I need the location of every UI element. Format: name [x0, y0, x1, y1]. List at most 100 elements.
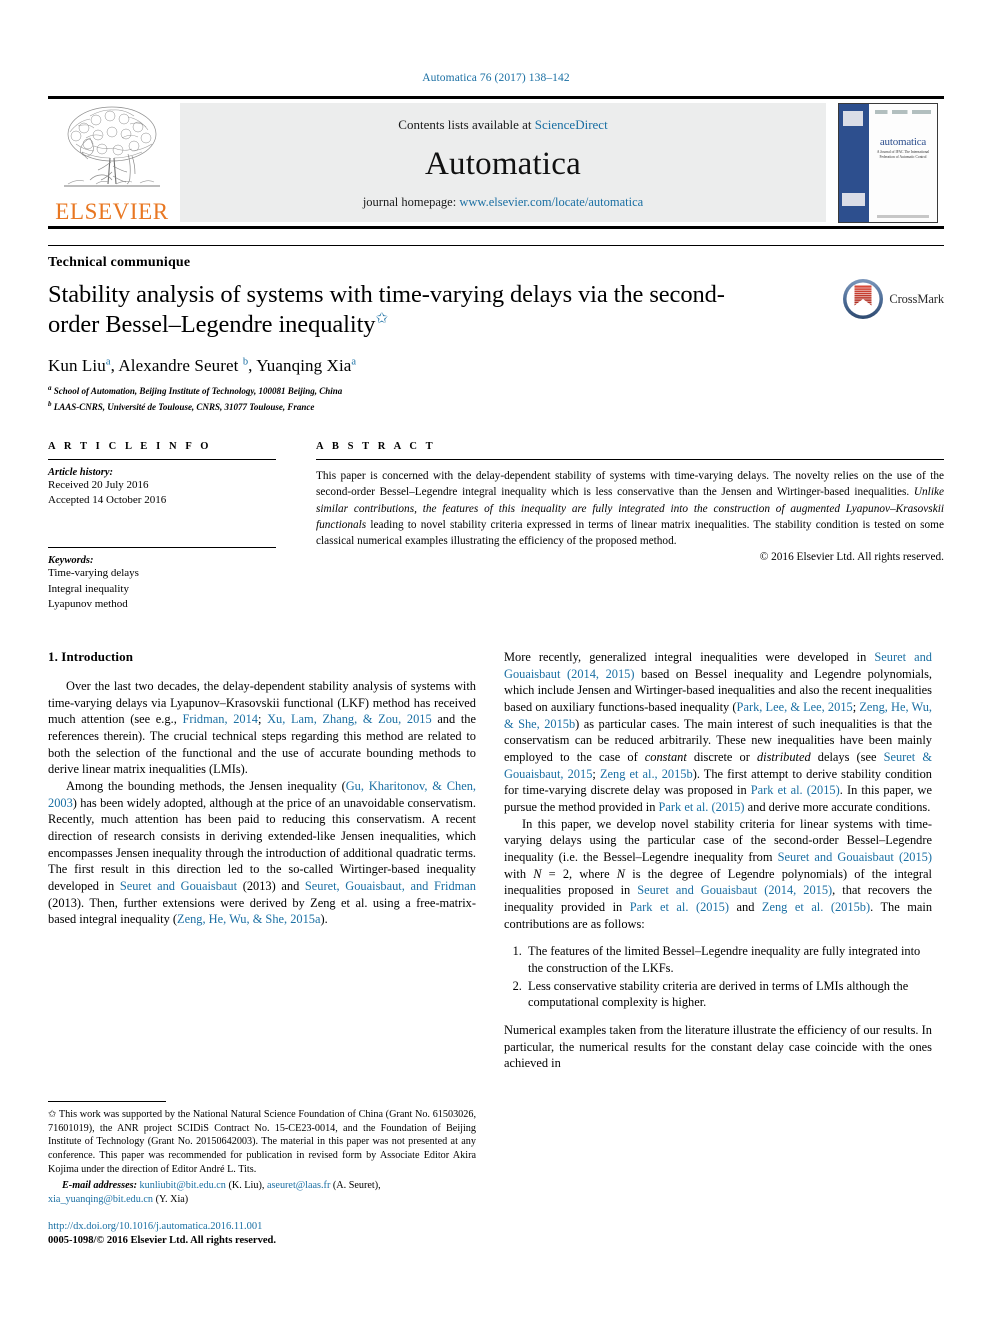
email-owner: (A. Seuret) — [332, 1180, 379, 1192]
citation-link[interactable]: Xu, Lam, Zhang, & Zou, 2015 — [267, 712, 432, 726]
abstract-text: This paper is concerned with the delay-d… — [316, 468, 944, 550]
citation-link[interactable]: Park et al. (2015) — [659, 800, 745, 814]
elsevier-tree-icon — [60, 102, 164, 200]
affiliation-marker: a — [48, 383, 52, 392]
affiliation-item: a School of Automation, Beijing Institut… — [48, 383, 944, 399]
author-name[interactable]: Yuanqing Xia — [256, 356, 351, 375]
body-column-left: 1. Introduction Over the last two decade… — [48, 649, 476, 1249]
article-received-date: Received 20 July 2016 — [48, 478, 149, 491]
contributions-list: The features of the limited Bessel–Legen… — [504, 943, 932, 1011]
issn-copyright: 0005-1098/© 2016 Elsevier Ltd. All right… — [48, 1235, 276, 1247]
intro-paragraph-4: In this paper, we develop novel stabilit… — [504, 816, 933, 931]
email-owner: (Y. Xia) — [155, 1193, 189, 1205]
citation-link[interactable]: Seuret and Gouaisbaut (2014, 2015) — [504, 650, 932, 681]
author-affil-marker: a — [105, 356, 111, 368]
abstract-part-1: This paper is concerned with the delay-d… — [316, 469, 944, 499]
elsevier-logo: ELSEVIER — [48, 99, 176, 226]
abstract-column: A B S T R A C T This paper is concerned … — [316, 441, 944, 613]
citation-link[interactable]: Park, Lee, & Lee, 2015 — [737, 700, 853, 714]
citation-link[interactable]: Seuret and Gouaisbaut (2015) — [778, 850, 932, 864]
email-footnote: E-mail addresses: kunliubit@bit.edu.cn (… — [48, 1180, 381, 1205]
intro-paragraph-2: Among the bounding methods, the Jensen i… — [48, 778, 476, 927]
section-heading-introduction: 1. Introduction — [48, 648, 134, 664]
article-info-heading: A R T I C L E I N F O — [48, 440, 212, 452]
elsevier-wordmark: ELSEVIER — [55, 199, 169, 224]
list-item: Less conservative stability criteria are… — [525, 978, 932, 1011]
keyword-item: Time-varying delays — [48, 567, 139, 579]
cover-image: automatica A Journal of IFAC The Interna… — [838, 102, 938, 223]
article-accepted-date: Accepted 14 October 2016 — [48, 494, 167, 507]
citation-link[interactable]: Park et al. (2015) — [751, 783, 840, 797]
journal-masthead: ELSEVIER Contents lists available at Sci… — [48, 96, 944, 229]
citation-link[interactable]: Park et al. (2015) — [630, 900, 729, 914]
cover-spine-logo-bottom — [842, 192, 865, 206]
keywords-block: Keywords: Time-varying delays Integral i… — [48, 547, 276, 613]
keyword-item: Lyapunov method — [48, 598, 128, 611]
journal-title: Automatica — [425, 145, 581, 182]
cover-footer-bar — [877, 214, 929, 218]
citation-link[interactable]: Zeng et al. (2015b) — [762, 900, 870, 914]
article-info-column: A R T I C L E I N F O Article history: R… — [48, 441, 276, 613]
cover-journal-title: automatica — [879, 135, 927, 148]
divider — [48, 458, 276, 460]
footnote-star-marker: ✩ — [48, 1108, 57, 1120]
author-name[interactable]: Alexandre Seuret — [118, 356, 238, 375]
affiliation-marker: b — [48, 399, 52, 408]
affiliation-text: LAAS-CNRS, Université de Toulouse, CNRS,… — [53, 401, 315, 412]
author-affil-marker: a — [351, 356, 357, 368]
article-page: Automatica 76 (2017) 138–142 ELSEVIER Co… — [0, 0, 992, 1323]
citation-link[interactable]: Seuret, Gouaisbaut, and Fridman — [305, 879, 476, 893]
author-affil-marker: b — [242, 356, 249, 368]
crossmark-label: CrossMark — [889, 291, 944, 306]
intro-paragraph-3: More recently, generalized integral ineq… — [504, 649, 933, 814]
journal-cover-thumbnail: automatica A Journal of IFAC The Interna… — [832, 99, 944, 226]
article-history-label: Article history: — [48, 466, 114, 478]
sciencedirect-link[interactable]: ScienceDirect — [535, 117, 608, 132]
footnote-divider — [48, 1100, 166, 1102]
affiliation-list: a School of Automation, Beijing Institut… — [48, 383, 944, 415]
affiliation-text: School of Automation, Beijing Institute … — [53, 385, 343, 396]
citation-link[interactable]: Zeng et al., 2015b — [600, 767, 693, 781]
citation-link[interactable]: Gu, Kharitonov, & Chen, 2003 — [48, 779, 476, 810]
title-footnote-marker: ✩ — [375, 310, 388, 327]
funding-footnote: ✩ This work was supported by the Nationa… — [48, 1108, 476, 1177]
homepage-prefix: journal homepage: — [362, 195, 460, 209]
citation-link[interactable]: Seuret & Gouaisbaut, 2015 — [504, 750, 932, 781]
doi-link[interactable]: http://dx.doi.org/10.1016/j.automatica.2… — [48, 1220, 476, 1234]
article-info-abstract-block: A R T I C L E I N F O Article history: R… — [48, 441, 944, 613]
citation-link[interactable]: Fridman, 2014 — [182, 712, 258, 726]
citation-link[interactable]: Zeng, He, Wu, & She, 2015a — [177, 912, 320, 926]
page-footnote: ✩ This work was supported by the Nationa… — [48, 1100, 476, 1249]
cover-spine-logo-top — [843, 110, 863, 126]
article-section-type: Technical communique — [48, 245, 944, 271]
masthead-center-panel: Contents lists available at ScienceDirec… — [180, 103, 826, 222]
abstract-part-2: leading to novel stability criteria expr… — [316, 518, 944, 548]
email-link[interactable]: xia_yuanqing@bit.edu.cn — [48, 1194, 153, 1205]
contents-lists-line: Contents lists available at ScienceDirec… — [398, 117, 607, 133]
author-name[interactable]: Kun Liu — [48, 356, 106, 375]
cover-spine — [839, 103, 869, 222]
citation-link[interactable]: Seuret and Gouaisbaut (2014, 2015) — [637, 883, 832, 897]
cover-front: automatica A Journal of IFAC The Interna… — [869, 103, 937, 222]
page-title: Stability analysis of systems with time-… — [48, 280, 768, 340]
divider — [48, 547, 276, 548]
citation-link[interactable]: Zeng, He, Wu, & She, 2015b — [504, 700, 932, 731]
email-link[interactable]: aseuret@laas.fr — [267, 1180, 330, 1191]
contents-prefix: Contents lists available at — [398, 117, 535, 132]
running-head: Automatica 76 (2017) 138–142 — [422, 72, 570, 84]
journal-homepage-link[interactable]: www.elsevier.com/locate/automatica — [459, 195, 643, 209]
funding-footnote-text: This work was supported by the National … — [48, 1108, 476, 1176]
citation-link[interactable]: Seuret and Gouaisbaut — [120, 879, 237, 893]
abstract-heading: A B S T R A C T — [316, 440, 436, 452]
body-column-right: More recently, generalized integral ineq… — [504, 649, 932, 1249]
list-item: The features of the limited Bessel–Legen… — [525, 943, 932, 976]
email-link[interactable]: kunliubit@bit.edu.cn — [140, 1180, 226, 1191]
doi-block: http://dx.doi.org/10.1016/j.automatica.2… — [48, 1220, 476, 1249]
cover-journal-subtitle: A Journal of IFAC The International Fede… — [876, 149, 930, 159]
keyword-item: Integral inequality — [48, 582, 129, 595]
article-title-text: Stability analysis of systems with time-… — [48, 281, 725, 339]
journal-homepage-line: journal homepage: www.elsevier.com/locat… — [363, 195, 643, 210]
crossmark-badge[interactable]: CrossMark — [842, 278, 944, 320]
email-owner: (K. Liu) — [228, 1180, 262, 1192]
abstract-copyright: © 2016 Elsevier Ltd. All rights reserved… — [759, 550, 944, 563]
